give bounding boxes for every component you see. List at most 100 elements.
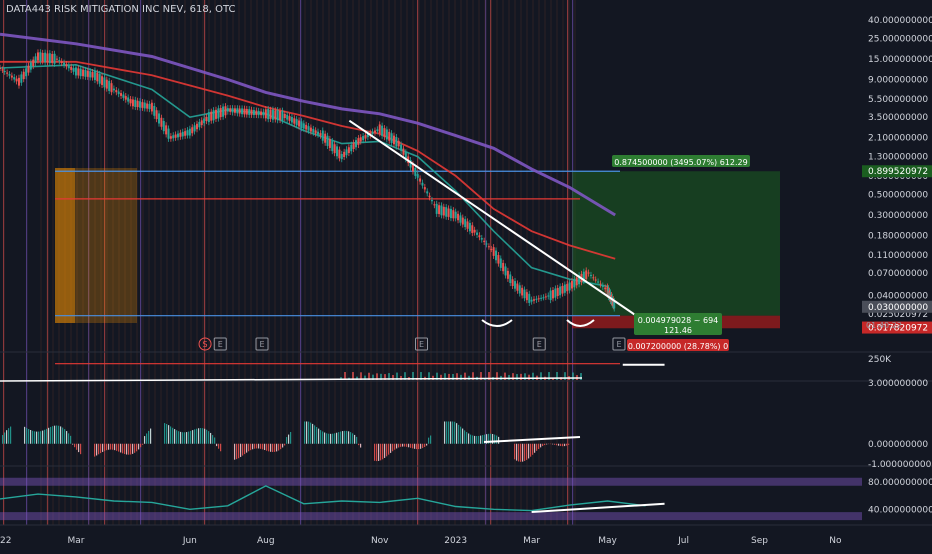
price-candle [179, 133, 181, 137]
background-streak [466, 0, 468, 525]
oscillator-bar [374, 444, 375, 461]
oscillator-bar [94, 444, 95, 457]
price-candle [478, 235, 480, 237]
oscillator-bar [220, 444, 221, 452]
oscillator-bar [276, 444, 277, 452]
price-candle [486, 244, 488, 245]
price-candle [277, 110, 279, 120]
oscillator-bar [168, 425, 169, 444]
price-candle [419, 178, 421, 181]
price-candle [360, 137, 362, 141]
price-candle [343, 152, 345, 157]
oscillator-bar [238, 444, 239, 458]
oscillator-bar [290, 432, 291, 444]
oscillator-bar [200, 428, 201, 444]
oscillator-bar [408, 444, 409, 448]
price-candle [604, 288, 606, 290]
oscillator-bar [538, 444, 539, 449]
volume-bar [580, 373, 582, 380]
oscillator-bar [532, 444, 533, 455]
price-candle [350, 145, 352, 152]
price-candle [92, 72, 94, 77]
background-streak [304, 0, 306, 525]
price-candle [103, 77, 105, 87]
price-axis-label: 40.000000000 [868, 16, 932, 26]
price-candle [234, 108, 236, 112]
price-candle [61, 61, 63, 63]
background-streak [40, 0, 42, 525]
oscillator-bar [556, 444, 557, 446]
price-axis-label: 0.040000000 [868, 291, 928, 301]
price-candle [262, 112, 264, 115]
oscillator-bar [128, 444, 129, 455]
volume-bar [508, 375, 510, 380]
price-candle [236, 108, 238, 113]
x-axis-tick-label: Nov [371, 536, 389, 546]
oscillator-bar [36, 432, 37, 444]
price-candle [298, 120, 300, 126]
oscillator-bar [204, 429, 205, 444]
chart-svg[interactable]: 0.874500000 (3495.07%) 612.290.004979028… [0, 0, 932, 550]
price-candle [220, 108, 222, 117]
oscillator-bar [476, 436, 477, 444]
background-streak [208, 0, 210, 525]
oscillator-bar [282, 444, 283, 448]
oscillator-bar [330, 434, 331, 444]
price-candle [196, 124, 198, 129]
price-candle [203, 119, 205, 124]
price-candle [186, 130, 188, 135]
oscillator-bar [406, 444, 407, 447]
price-candle [576, 277, 578, 285]
x-axis-tick-label: Jun [182, 536, 197, 546]
price-candle [111, 83, 113, 92]
oscillator-bar [34, 431, 35, 443]
price-candle [566, 284, 568, 291]
oscillator-bar [308, 422, 309, 444]
price-candle [372, 132, 374, 135]
x-axis-tick-label: May [598, 536, 617, 546]
oscillator-bar [560, 444, 561, 446]
oscillator-bar [54, 426, 55, 444]
price-candle [286, 115, 288, 120]
price-candle [284, 114, 286, 118]
oscillator-bar [240, 444, 241, 457]
price-candle [595, 280, 597, 281]
oscillator-bar [98, 444, 99, 455]
price-candle [175, 134, 177, 137]
price-candle [13, 77, 15, 79]
background-streak [142, 0, 144, 525]
price-candle [448, 209, 450, 217]
background-streak [196, 0, 198, 525]
price-candle [289, 116, 291, 121]
background-streak [442, 0, 444, 525]
oscillator-bar [236, 444, 237, 459]
x-axis-tick-label: Aug [257, 536, 275, 546]
oscillator-bar [262, 444, 263, 450]
x-axis-tick-label: Sep [751, 536, 768, 546]
oscillator-bar [420, 444, 421, 449]
price-candle [115, 90, 117, 92]
price-candle [56, 59, 58, 60]
price-candle [99, 74, 101, 84]
oscillator-bar [336, 433, 337, 444]
vertical-marker-line [204, 0, 205, 525]
oscillator-bar [376, 444, 377, 461]
price-candle [547, 296, 549, 297]
price-candle [497, 255, 499, 264]
price-candle [588, 273, 590, 274]
price-candle [267, 109, 269, 119]
oscillator-bar [104, 444, 105, 451]
vertical-marker-line [300, 0, 301, 525]
oscillator-bar [428, 438, 429, 444]
oscillator-bar [72, 444, 73, 445]
chart-canvas[interactable]: 0.874500000 (3495.07%) 612.290.004979028… [0, 0, 932, 550]
price-candle [182, 132, 184, 137]
background-streak [370, 0, 372, 525]
price-candle [429, 196, 431, 198]
price-candle [163, 121, 165, 131]
price-axis-label: 1.300000000 [868, 153, 928, 163]
oscillator-bar [264, 444, 265, 450]
price-candle [502, 263, 504, 271]
price-candle [364, 135, 366, 139]
price-candle [561, 286, 563, 294]
